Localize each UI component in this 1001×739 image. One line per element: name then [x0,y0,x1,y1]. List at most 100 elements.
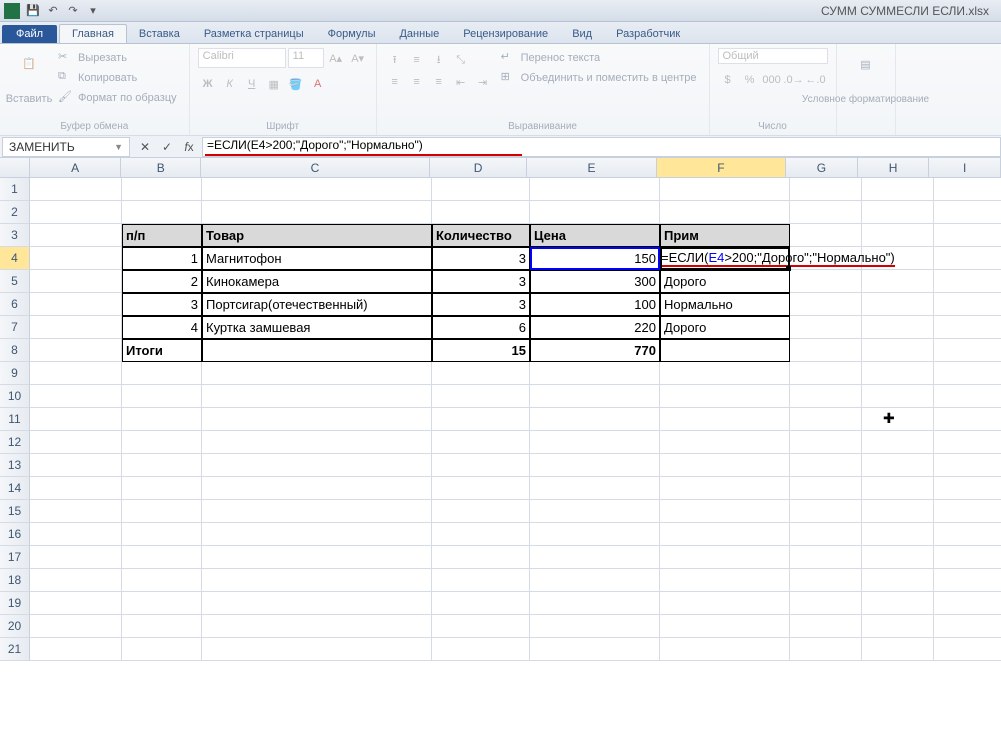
cell[interactable] [660,431,790,454]
cell[interactable] [432,178,530,201]
cell[interactable] [934,270,1001,293]
cell[interactable] [122,592,202,615]
cell[interactable] [122,408,202,431]
cell[interactable] [530,201,660,224]
wrap-text-button[interactable]: ↵Перенос текста [497,48,701,68]
cell[interactable] [530,431,660,454]
qat-more-icon[interactable]: ▾ [84,2,102,20]
cell[interactable] [862,477,934,500]
cell[interactable] [790,408,862,431]
cell[interactable]: Дорого [660,270,790,293]
cell[interactable] [202,201,432,224]
cell[interactable] [122,546,202,569]
indent-inc-icon[interactable]: ⇥ [473,72,493,92]
indent-dec-icon[interactable]: ⇤ [451,72,471,92]
row-18[interactable]: 18 [0,569,30,592]
cell[interactable]: Портсигар(отечественный) [202,293,432,316]
font-name-select[interactable]: Calibri [198,48,286,68]
cell[interactable] [122,615,202,638]
cell[interactable] [660,454,790,477]
border-button[interactable]: ▦ [264,74,284,94]
cell[interactable] [30,178,122,201]
cell[interactable] [790,224,862,247]
cell[interactable] [530,569,660,592]
paste-button[interactable]: 📋 Вставить [8,48,50,114]
decrease-font-icon[interactable]: A▾ [348,48,368,68]
align-left-icon[interactable]: ≡ [385,72,405,92]
fx-icon[interactable]: fx [178,137,200,157]
col-F[interactable]: F [657,158,786,177]
cell[interactable]: 100 [530,293,660,316]
redo-icon[interactable]: ↷ [64,2,82,20]
cell[interactable] [790,477,862,500]
cell[interactable] [122,500,202,523]
inc-decimal-icon[interactable]: .0→ [784,70,804,90]
cell[interactable] [202,477,432,500]
row-6[interactable]: 6 [0,293,30,316]
cell[interactable] [862,431,934,454]
tab-insert[interactable]: Вставка [127,25,192,43]
cell-header-prim[interactable]: Прим [660,224,790,247]
cell[interactable] [790,201,862,224]
row-17[interactable]: 17 [0,546,30,569]
col-I[interactable]: I [929,158,1001,177]
cell[interactable] [660,201,790,224]
cell[interactable] [30,247,122,270]
align-center-icon[interactable]: ≡ [407,72,427,92]
cell[interactable] [30,638,122,661]
cell[interactable] [432,431,530,454]
cell[interactable] [202,615,432,638]
cell[interactable] [934,293,1001,316]
cell[interactable] [862,385,934,408]
cell[interactable] [202,408,432,431]
cell[interactable] [30,546,122,569]
cancel-icon[interactable]: ✕ [134,137,156,157]
cell[interactable] [30,339,122,362]
tab-developer[interactable]: Разработчик [604,25,692,43]
underline-button[interactable]: Ч [242,74,262,94]
cell[interactable] [934,224,1001,247]
row-20[interactable]: 20 [0,615,30,638]
row-11[interactable]: 11 [0,408,30,431]
cell[interactable] [432,523,530,546]
cell[interactable] [202,500,432,523]
increase-font-icon[interactable]: A▴ [326,48,346,68]
align-middle-icon[interactable]: ≡ [407,50,427,70]
cell[interactable] [530,500,660,523]
cell[interactable] [530,523,660,546]
cell[interactable] [30,293,122,316]
cell[interactable] [30,500,122,523]
format-painter-button[interactable]: 🖌Формат по образцу [54,88,181,108]
cell[interactable] [934,546,1001,569]
cell[interactable] [122,201,202,224]
cell[interactable] [790,546,862,569]
tab-formulas[interactable]: Формулы [316,25,388,43]
row-19[interactable]: 19 [0,592,30,615]
cell[interactable] [30,270,122,293]
cell[interactable] [30,408,122,431]
cell[interactable] [122,477,202,500]
cell[interactable] [530,362,660,385]
cell[interactable] [790,431,862,454]
cell-totals-qty[interactable]: 15 [432,339,530,362]
cell[interactable] [660,500,790,523]
cell[interactable]: 1 [122,247,202,270]
cell[interactable] [202,569,432,592]
cell[interactable] [122,178,202,201]
cell[interactable]: 3 [432,270,530,293]
cell[interactable] [530,546,660,569]
align-top-icon[interactable]: ⭱ [385,50,405,70]
cell[interactable] [432,385,530,408]
cell[interactable] [122,454,202,477]
cell-header-pp[interactable]: п/п [122,224,202,247]
cell[interactable] [30,385,122,408]
row-9[interactable]: 9 [0,362,30,385]
cell[interactable] [790,592,862,615]
cell[interactable] [122,569,202,592]
cell[interactable] [862,569,934,592]
cell[interactable]: 220 [530,316,660,339]
cell[interactable] [934,638,1001,661]
cell[interactable] [530,178,660,201]
cell[interactable] [790,569,862,592]
cell[interactable] [862,178,934,201]
